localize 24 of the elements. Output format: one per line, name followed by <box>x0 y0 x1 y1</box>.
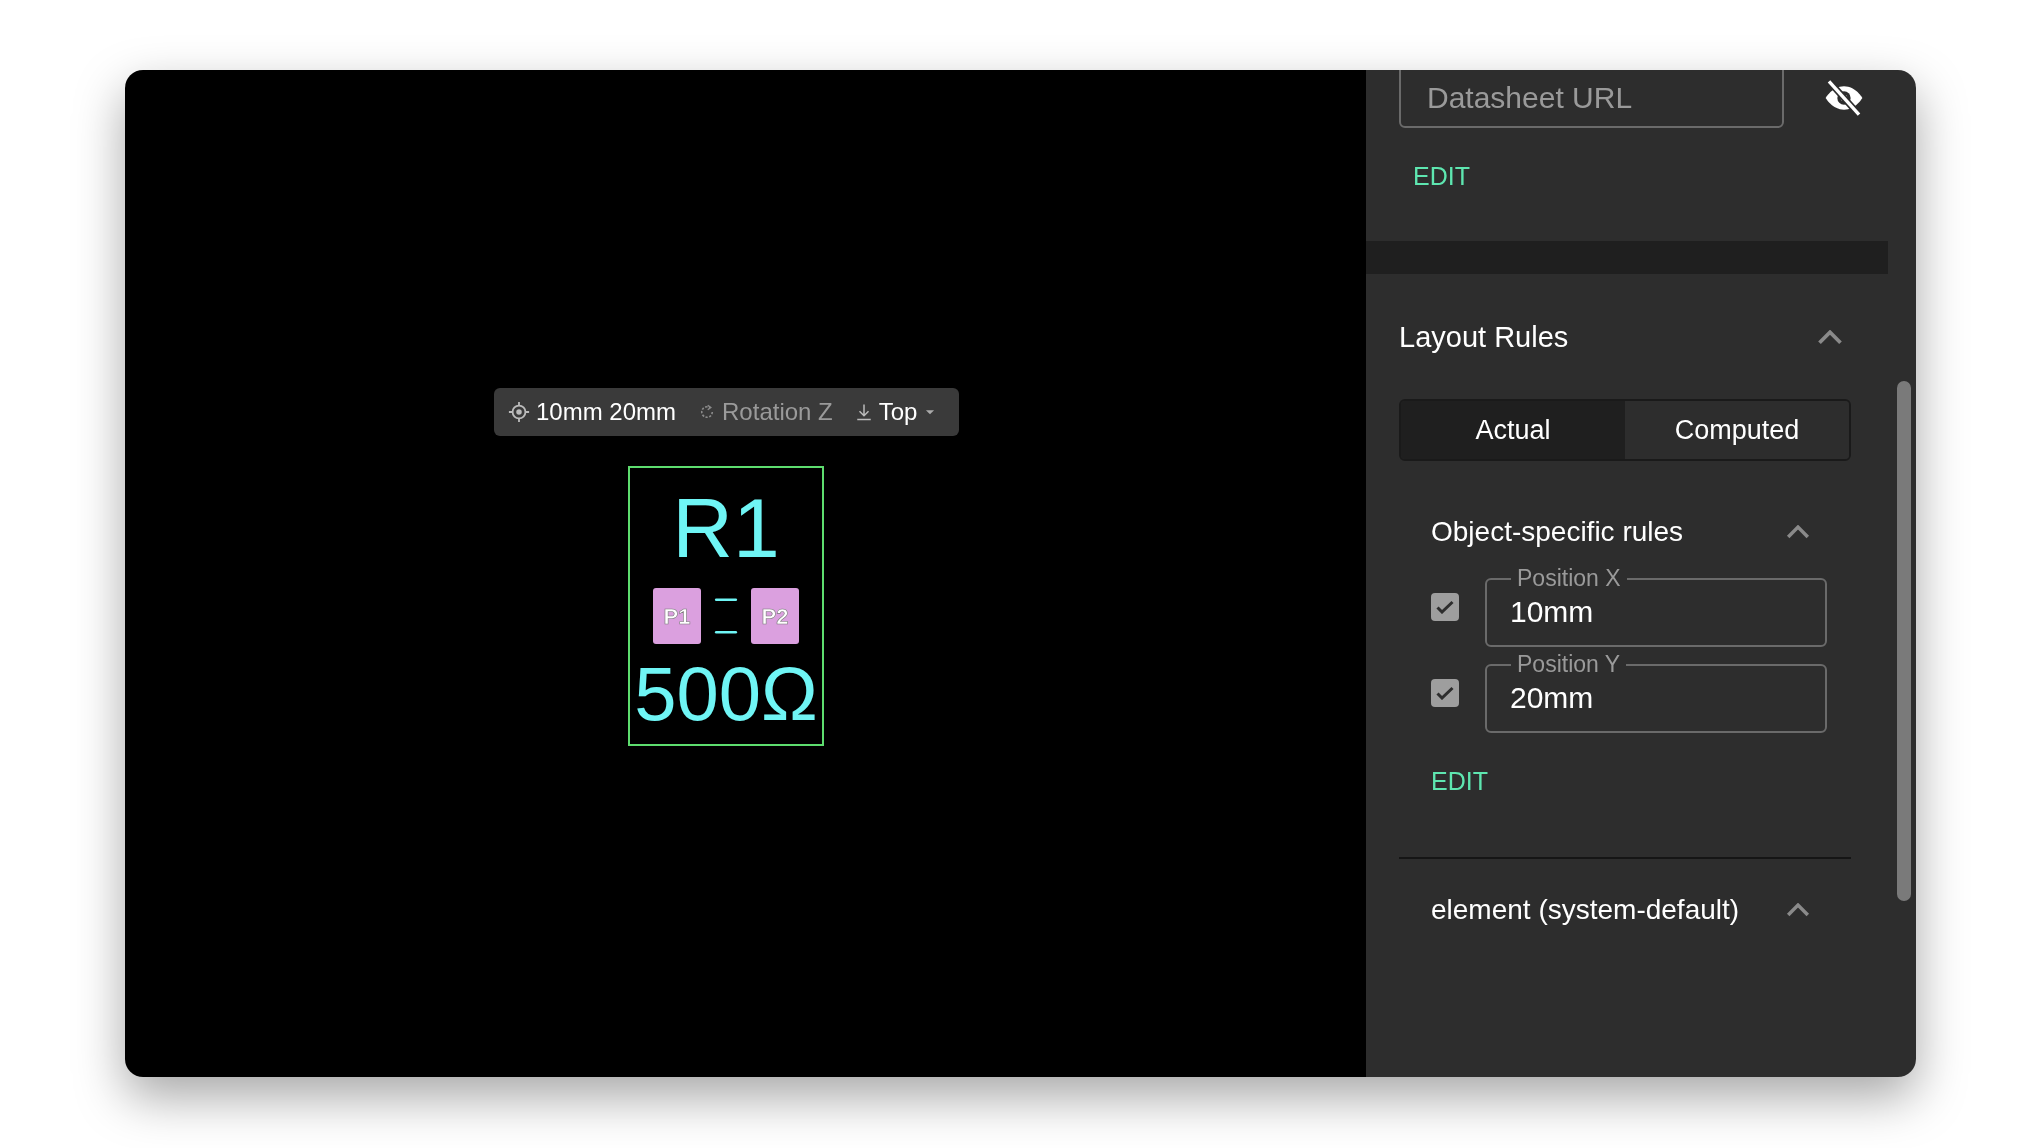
field-label: Position X <box>1516 567 1622 590</box>
toggle-tab[interactable]: Actual <box>1401 401 1625 459</box>
scrollbar-thumb[interactable] <box>1897 381 1911 901</box>
crosshair-icon <box>508 401 530 423</box>
designator-label: R1 <box>672 486 780 570</box>
field-value: 20mm <box>1509 680 1594 716</box>
edit-link[interactable]: EDIT <box>1413 158 1470 196</box>
arrow-down-icon <box>854 402 873 422</box>
checkbox[interactable] <box>1431 679 1459 707</box>
group-title: element (system-default) <box>1431 892 1741 927</box>
field-value: 10mm <box>1509 594 1594 630</box>
field-label: Position Y <box>1516 653 1622 676</box>
value-label: 500Ω <box>634 656 818 732</box>
group-title: Object-specific rules <box>1431 515 1685 549</box>
text-field[interactable]: Position Y 20mm <box>1485 653 1827 733</box>
layer-dropdown[interactable]: Top <box>878 394 918 430</box>
url-field[interactable]: Datasheet URL <box>1399 70 1784 128</box>
edit-link[interactable]: EDIT <box>1431 763 1488 801</box>
position-text: 10mm 20mm <box>536 397 677 427</box>
section-title: Layout Rules <box>1399 319 1569 355</box>
checkmark-icon <box>1436 686 1454 700</box>
text-field[interactable]: Position X 10mm <box>1485 567 1827 647</box>
checkmark-icon <box>1436 600 1454 614</box>
checkbox[interactable] <box>1431 593 1459 621</box>
